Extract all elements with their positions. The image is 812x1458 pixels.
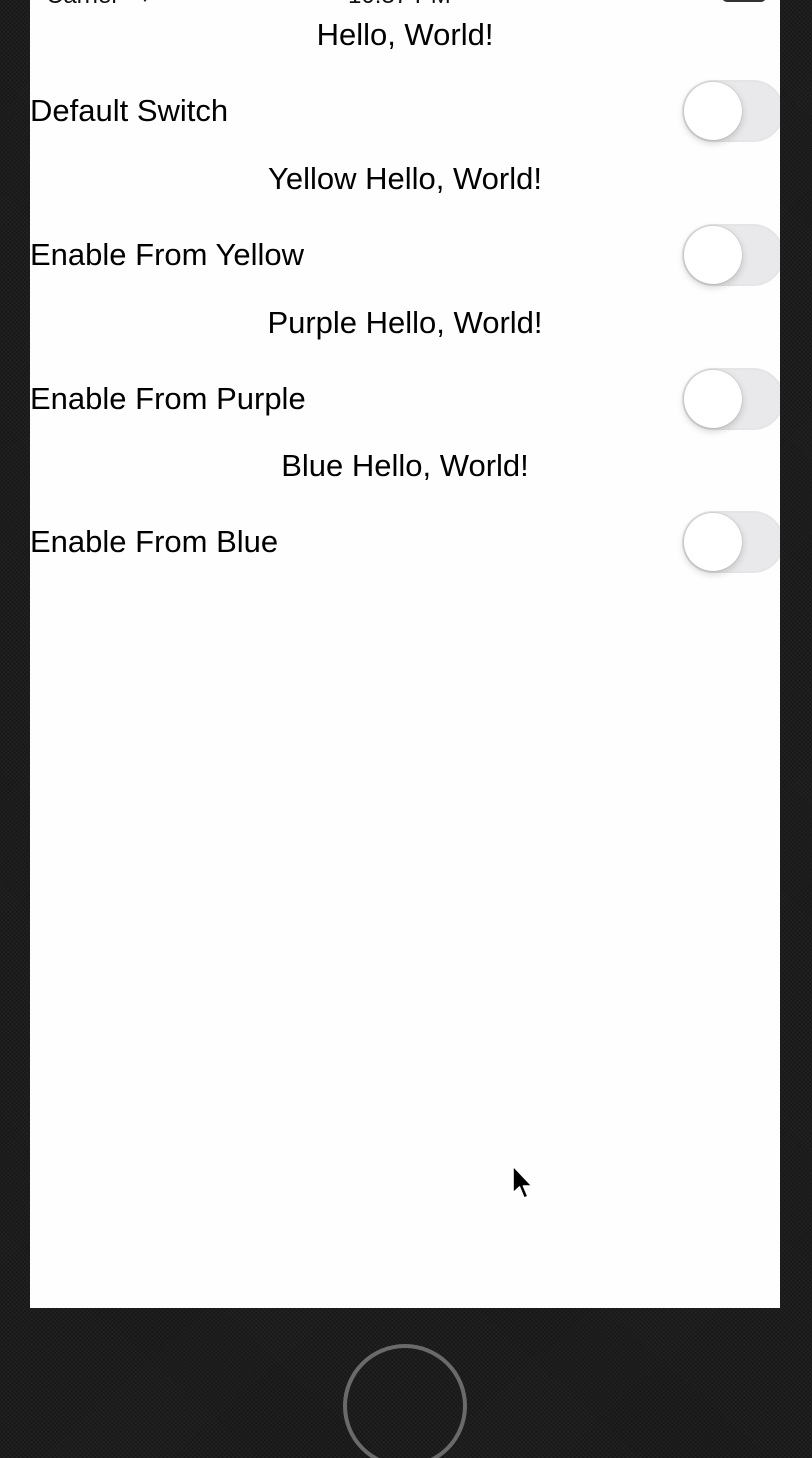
wifi-icon <box>143 0 147 2</box>
app-screen: Carrier 10:37 PM Hello, World! Default S… <box>30 0 780 1308</box>
switch-row-purple: Enable From Purple <box>30 368 780 430</box>
switch-row-label: Enable From Purple <box>30 381 306 416</box>
default-switch[interactable] <box>682 80 780 142</box>
switch-knob <box>684 370 742 428</box>
enable-from-blue-switch[interactable] <box>682 511 780 573</box>
greeting-label-purple: Purple Hello, World! <box>267 305 543 340</box>
greeting-label-blue: Blue Hello, World! <box>281 448 529 483</box>
switch-row-label: Enable From Blue <box>30 524 279 559</box>
switch-knob <box>684 82 742 140</box>
switch-row-default: Default Switch <box>30 80 780 142</box>
home-button[interactable] <box>343 1344 467 1458</box>
enable-from-yellow-switch[interactable] <box>682 224 780 286</box>
switch-row-label: Enable From Yellow <box>30 237 304 272</box>
switch-knob <box>684 226 742 284</box>
battery-icon <box>722 0 766 2</box>
greeting-label-yellow: Yellow Hello, World! <box>268 161 542 196</box>
greeting-label: Hello, World! <box>316 17 494 52</box>
status-bar: Carrier 10:37 PM <box>30 0 780 9</box>
switch-row-blue: Enable From Blue <box>30 511 780 573</box>
switch-row-yellow: Enable From Yellow <box>30 224 780 286</box>
enable-from-purple-switch[interactable] <box>682 368 780 430</box>
switch-knob <box>684 513 742 571</box>
device-frame: Carrier 10:37 PM Hello, World! Default S… <box>0 0 812 1458</box>
switch-row-label: Default Switch <box>30 93 229 128</box>
carrier-label: Carrier <box>46 0 119 10</box>
mouse-pointer-icon <box>512 1165 533 1199</box>
status-time: 10:37 PM <box>348 0 451 10</box>
